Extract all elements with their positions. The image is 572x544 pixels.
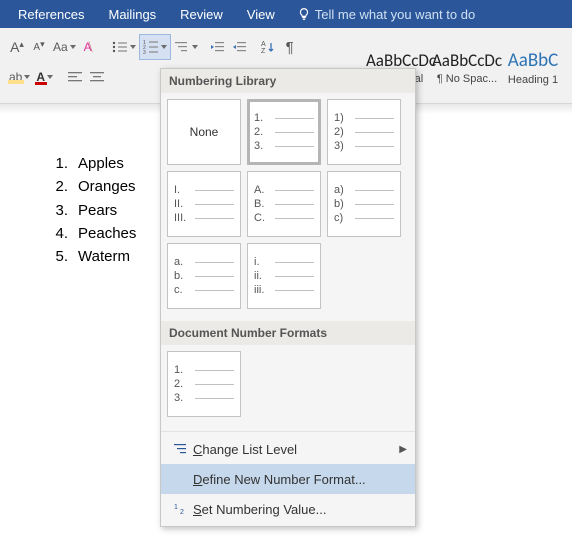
outdent-icon [210, 40, 226, 54]
sort-icon: AZ [261, 40, 275, 54]
set-value-icon: 12 [173, 502, 189, 516]
tab-review[interactable]: Review [168, 0, 235, 28]
bullets-icon [112, 40, 128, 54]
style-h1-label: Heading 1 [508, 74, 558, 86]
svg-text:A: A [261, 41, 266, 48]
svg-text:1: 1 [174, 504, 178, 511]
change-level-icon [173, 442, 189, 456]
highlight-button[interactable]: ab [6, 64, 33, 90]
bullets-button[interactable] [109, 34, 139, 60]
menu-change-list-level-label: Change List Level [193, 442, 399, 457]
ribbon-tabs: References Mailings Review View Tell me … [0, 0, 572, 28]
numbering-icon: 123 [143, 40, 159, 54]
menu-define-label: Define New Number Format... [193, 472, 407, 487]
numbering-library-header: Numbering Library [161, 69, 415, 93]
numbering-option-alpha-upper[interactable]: A. B. C. [247, 171, 321, 237]
tab-references[interactable]: References [6, 0, 96, 28]
menu-set-numbering-value[interactable]: 12 Set Numbering Value... [161, 494, 415, 524]
numbering-button[interactable]: 123 [139, 34, 171, 60]
tab-mailings[interactable]: Mailings [96, 0, 168, 28]
style-heading1[interactable]: AaBbC Heading 1 [500, 38, 566, 96]
menu-setval-label: Set Numbering Value... [193, 502, 407, 517]
numbering-option-arabic-dot[interactable]: 1. 2. 3. [247, 99, 321, 165]
style-no-spacing[interactable]: AaBbCcDc ¶ No Spac... [434, 38, 500, 96]
clear-formatting-button[interactable]: A⧹ [79, 34, 101, 60]
change-case-button[interactable]: Aa [50, 34, 79, 60]
style-h1-sample: AaBbC [508, 49, 559, 72]
submenu-arrow-icon: ▶ [399, 444, 407, 455]
menu-define-new-number-format[interactable]: Define New Number Format... [161, 464, 415, 494]
numbering-option-document-arabic[interactable]: 1. 2. 3. [167, 351, 241, 417]
numbering-option-roman-upper[interactable]: I. II. III. [167, 171, 241, 237]
list-item[interactable]: 5.Waterm [46, 245, 136, 268]
list-item[interactable]: 4.Peaches [46, 222, 136, 245]
tab-view[interactable]: View [235, 0, 287, 28]
svg-text:Z: Z [261, 48, 266, 54]
list-item[interactable]: 1.Apples [46, 152, 136, 175]
content-list: 1.Apples 2.Oranges 3.Pears 4.Peaches 5.W… [46, 152, 136, 268]
font-shrink-button[interactable]: A▾ [28, 34, 50, 60]
style-nospac-label: ¶ No Spac... [437, 73, 497, 85]
align-left-button[interactable] [64, 64, 86, 90]
menu-change-list-level[interactable]: Change List Level ▶ [161, 434, 415, 464]
show-marks-button[interactable]: ¶ [279, 34, 301, 60]
multilevel-list-button[interactable] [171, 34, 201, 60]
svg-text:2: 2 [180, 509, 184, 516]
numbering-option-roman-lower[interactable]: i. ii. iii. [247, 243, 321, 309]
font-color-button[interactable]: A [33, 64, 56, 90]
align-left-icon [68, 71, 82, 83]
tell-me-field[interactable]: Tell me what you want to do [293, 7, 475, 22]
numbering-option-arabic-paren[interactable]: 1) 2) 3) [327, 99, 401, 165]
align-center-button[interactable] [86, 64, 108, 90]
indent-icon [232, 40, 248, 54]
lightbulb-icon [297, 7, 311, 21]
svg-text:3: 3 [143, 50, 146, 54]
document-formats-header: Document Number Formats [161, 321, 415, 345]
tell-me-text: Tell me what you want to do [315, 7, 475, 22]
increase-indent-button[interactable] [229, 34, 251, 60]
sort-button[interactable]: AZ [257, 34, 279, 60]
align-center-icon [90, 71, 104, 83]
numbering-option-alpha-lower-dot[interactable]: a. b. c. [167, 243, 241, 309]
multilevel-icon [174, 40, 190, 54]
numbering-dropdown: Numbering Library None 1. 2. 3. 1) 2) 3)… [160, 68, 416, 527]
list-item[interactable]: 3.Pears [46, 199, 136, 222]
font-grow-button[interactable]: A▴ [6, 34, 28, 60]
numbering-option-none[interactable]: None [167, 99, 241, 165]
numbering-option-alpha-lower-paren[interactable]: a) b) c) [327, 171, 401, 237]
list-item[interactable]: 2.Oranges [46, 175, 136, 198]
style-nospac-sample: AaBbCcDc [432, 50, 502, 71]
decrease-indent-button[interactable] [207, 34, 229, 60]
